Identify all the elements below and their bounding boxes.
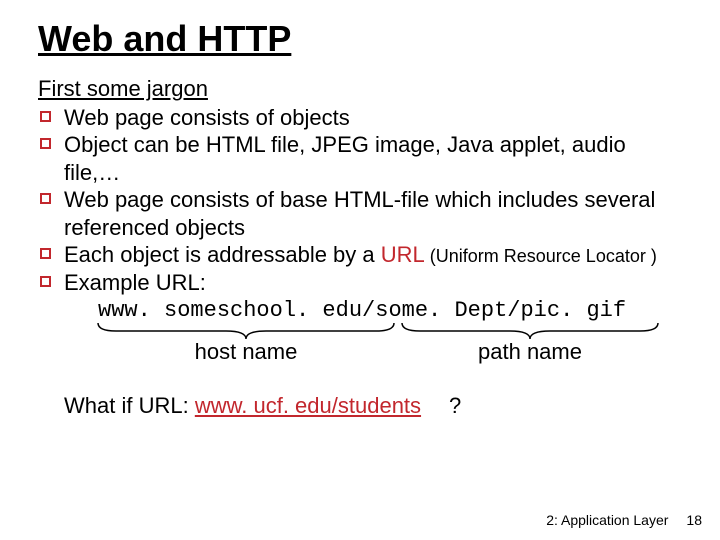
bullet-text: Each object is addressable by a	[64, 242, 381, 267]
path-label: path name	[400, 339, 660, 365]
bullet-item: Object can be HTML file, JPEG image, Jav…	[38, 131, 682, 186]
brace-annotations: host name path name	[38, 321, 682, 385]
bullet-item: Each object is addressable by a URL (Uni…	[38, 241, 682, 269]
bullet-text: Web page consists of objects	[64, 105, 350, 130]
slide-footer: 2: Application Layer 18	[546, 512, 702, 528]
url-expansion: (Uniform Resource Locator )	[425, 246, 657, 266]
slide: Web and HTTP First some jargon Web page …	[0, 0, 720, 540]
bullet-text: Web page consists of base HTML-file whic…	[64, 187, 655, 240]
bullet-text: Example URL:	[64, 270, 206, 295]
bullet-item: Web page consists of objects	[38, 104, 682, 132]
page-number: 18	[686, 512, 702, 528]
slide-title: Web and HTTP	[38, 20, 682, 58]
host-brace: host name	[96, 321, 396, 365]
host-label: host name	[96, 339, 396, 365]
whatif-prefix: What if URL:	[64, 393, 195, 418]
bullet-item: Web page consists of base HTML-file whic…	[38, 186, 682, 241]
question-mark: ?	[449, 393, 461, 418]
bullet-text: Object can be HTML file, JPEG image, Jav…	[64, 132, 626, 185]
brace-icon	[400, 321, 660, 341]
bullet-list: Web page consists of objects Object can …	[38, 104, 682, 297]
chapter-label: 2: Application Layer	[546, 512, 668, 528]
example-url: www. someschool. edu/some. Dept/pic. gif	[98, 298, 682, 323]
path-brace: path name	[400, 321, 660, 365]
bullet-item: Example URL:	[38, 269, 682, 297]
brace-icon	[96, 321, 396, 341]
whatif-url: www. ucf. edu/students	[195, 393, 421, 418]
what-if-line: What if URL: www. ucf. edu/students?	[64, 393, 682, 419]
url-abbrev: URL	[381, 242, 425, 267]
subheading: First some jargon	[38, 76, 682, 102]
